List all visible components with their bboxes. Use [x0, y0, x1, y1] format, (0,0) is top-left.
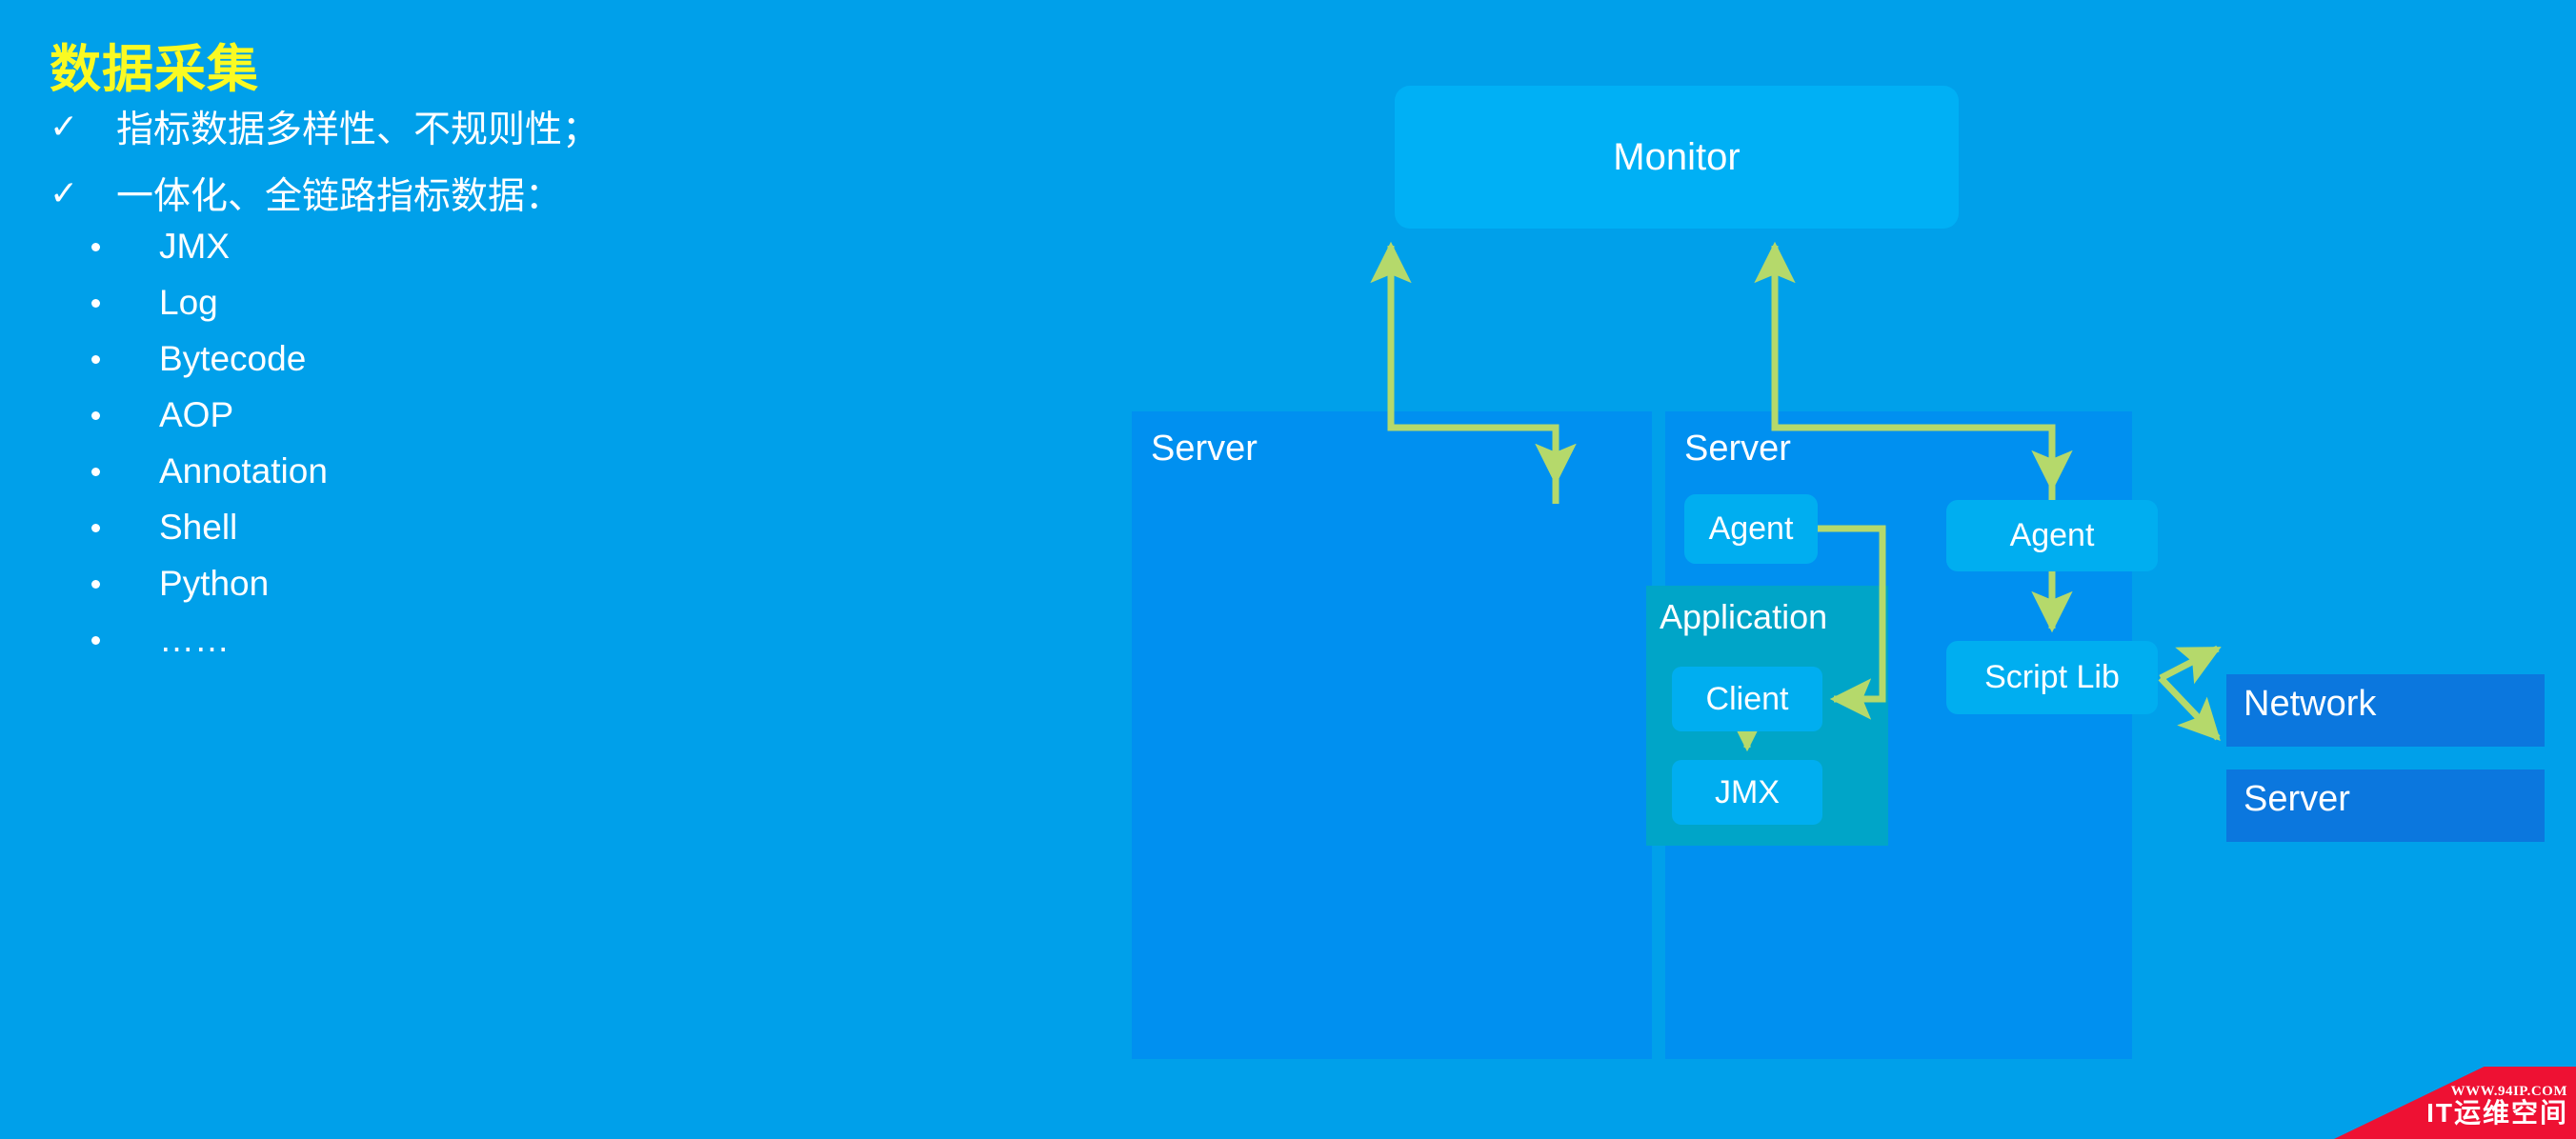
- watermark: WWW.94IP.COM IT运维空间: [2334, 1067, 2576, 1139]
- sub-bullet-label: Annotation: [159, 451, 328, 490]
- bullet-dot-icon: [91, 523, 100, 532]
- agent-right-label: Agent: [2009, 517, 2095, 553]
- sub-bullet-label: Shell: [159, 508, 238, 547]
- sub-bullet-jmx: JMX: [91, 227, 230, 267]
- sub-bullet-label: ……: [159, 620, 230, 659]
- sub-bullet-ellipsis: ……: [91, 620, 230, 660]
- client-node[interactable]: Client: [1672, 667, 1822, 731]
- agent-right-node[interactable]: Agent: [1946, 500, 2158, 571]
- sub-bullet-aop: AOP: [91, 395, 233, 435]
- check-bullet-label: 指标数据多样性、不规则性；: [116, 110, 600, 150]
- page-title: 数据采集: [50, 41, 259, 98]
- script-lib-node[interactable]: Script Lib: [1946, 641, 2158, 714]
- bullet-dot-icon: [91, 635, 100, 645]
- check-bullet-label: 一体化、全链路指标数据：: [116, 176, 563, 217]
- text-content-column: 数据采集 ✓ 指标数据多样性、不规则性； ✓ 一体化、全链路指标数据： JMX …: [0, 0, 1096, 1139]
- bullet-dot-icon: [91, 467, 100, 476]
- monitor-node[interactable]: Monitor: [1395, 86, 1959, 229]
- external-server-label: Server: [2244, 779, 2350, 819]
- check-mark-icon: ✓: [50, 107, 79, 146]
- sub-bullet-label: JMX: [159, 227, 230, 266]
- network-label: Network: [2244, 684, 2377, 724]
- bullet-dot-icon: [91, 354, 100, 364]
- script-lib-label: Script Lib: [1984, 659, 2120, 695]
- sub-bullet-annotation: Annotation: [91, 451, 328, 491]
- external-server-node[interactable]: Server: [2226, 769, 2545, 842]
- sub-bullet-shell: Shell: [91, 508, 237, 548]
- server-left-label: Server: [1151, 429, 1258, 469]
- bullet-dot-icon: [91, 579, 100, 589]
- sub-bullet-log: Log: [91, 283, 218, 323]
- check-bullet-0: ✓ 指标数据多样性、不规则性；: [50, 100, 599, 153]
- sub-bullet-bytecode: Bytecode: [91, 339, 306, 379]
- check-bullet-1: ✓ 一体化、全链路指标数据：: [50, 167, 562, 220]
- architecture-diagram: Server Server Application Monitor Agent …: [1096, 0, 2576, 1139]
- slide-canvas: 数据采集 ✓ 指标数据多样性、不规则性； ✓ 一体化、全链路指标数据： JMX …: [0, 0, 2576, 1139]
- agent-left-label: Agent: [1708, 510, 1794, 547]
- jmx-node[interactable]: JMX: [1672, 760, 1822, 825]
- monitor-label: Monitor: [1613, 135, 1741, 178]
- sub-bullet-python: Python: [91, 564, 269, 604]
- watermark-site-name: IT运维空间: [2426, 1098, 2568, 1128]
- sub-bullet-label: Python: [159, 564, 270, 603]
- sub-bullet-label: Bytecode: [159, 339, 307, 378]
- application-label: Application: [1660, 597, 1828, 636]
- check-mark-icon: ✓: [50, 173, 79, 212]
- network-node[interactable]: Network: [2226, 674, 2545, 747]
- sub-bullet-label: Log: [159, 283, 218, 322]
- bullet-dot-icon: [91, 242, 100, 251]
- server-right-label: Server: [1684, 429, 1791, 469]
- server-left-container: Server: [1132, 411, 1652, 1059]
- client-label: Client: [1705, 680, 1789, 717]
- bullet-dot-icon: [91, 410, 100, 420]
- bullet-dot-icon: [91, 298, 100, 308]
- jmx-label: JMX: [1715, 773, 1780, 810]
- agent-left-node[interactable]: Agent: [1684, 494, 1818, 564]
- sub-bullet-label: AOP: [159, 395, 234, 434]
